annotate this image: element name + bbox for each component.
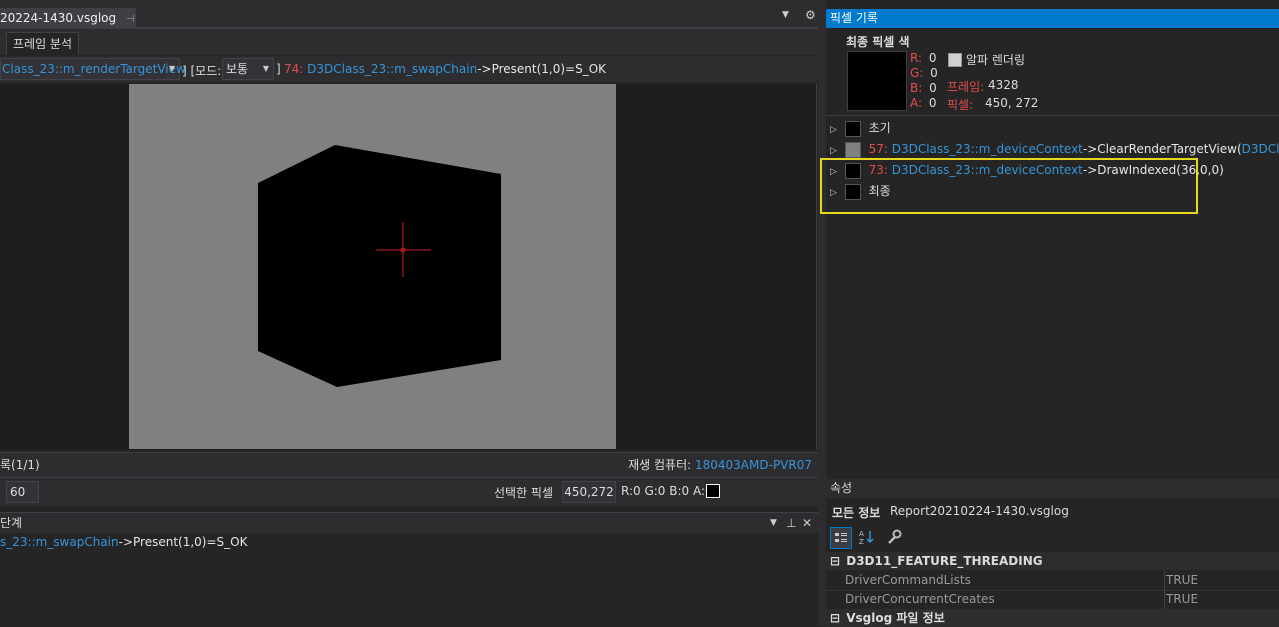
alpha-rendering-checkbox[interactable]: [948, 53, 962, 67]
selected-pixel-field[interactable]: 450,272: [562, 481, 616, 503]
playback-machine: 재생 컴퓨터: 180403AMD-PVR07: [628, 453, 812, 477]
pixel-history-header: 픽셀 기록: [826, 9, 1279, 28]
mode-combo-value: 보통: [226, 62, 249, 76]
alphabetical-sort-icon[interactable]: AZ: [856, 527, 876, 547]
playback-machine-link[interactable]: 180403AMD-PVR07: [695, 458, 812, 472]
highlight-box: [820, 158, 1198, 214]
alpha-rendering-label: 알파 렌더링: [966, 53, 1026, 67]
chevron-down-icon: ▼: [168, 64, 175, 73]
list-item[interactable]: s_23::m_swapChain->Present(1,0)=S_OK: [0, 533, 818, 549]
property-name: DriverConcurrentCreates: [845, 592, 995, 606]
gear-icon[interactable]: ⚙: [805, 8, 816, 22]
frame-value: 4328: [988, 78, 1019, 92]
event-list-count: 록(1/1): [0, 458, 40, 472]
final-color-label: 최종 픽셀 색: [846, 35, 910, 49]
frame-number-field[interactable]: 60: [6, 481, 39, 503]
splitter[interactable]: [818, 0, 826, 626]
event-call: ->Present(1,0)=S_OK: [477, 62, 607, 76]
b-label: B:: [910, 81, 923, 95]
history-row-number: 57:: [868, 142, 888, 156]
dropdown-arrow-icon[interactable]: ▼: [770, 513, 777, 533]
section-title: D3D11_FEATURE_THREADING: [846, 554, 1043, 568]
row-color-swatch: [844, 141, 861, 158]
render-target-combo-value: Class_23::m_renderTargetView: [2, 62, 186, 76]
cube-render: [258, 145, 501, 387]
render-target-image[interactable]: [129, 84, 616, 449]
frame-label: 프레임:: [947, 80, 985, 94]
property-name: DriverCommandLists: [845, 573, 971, 587]
call-object-link[interactable]: s_23::m_swapChain: [0, 535, 119, 549]
history-row-call: ->ClearRenderTargetView(: [1082, 142, 1242, 156]
r-label: R:: [910, 51, 923, 65]
pixel-history-divider: [826, 115, 1279, 116]
properties-toolbar: AZ: [830, 527, 904, 549]
pixel-label: 픽셀:: [947, 98, 974, 112]
r-value: 0: [928, 51, 937, 65]
svg-text:A: A: [859, 530, 864, 538]
expand-arrow-icon[interactable]: ▷: [830, 125, 837, 135]
row-color-swatch: [844, 120, 861, 137]
pin-icon[interactable]: ⊥: [786, 513, 796, 533]
subtab-row: [0, 29, 818, 55]
selected-pixel-label: 선택한 픽셀: [494, 486, 554, 500]
call-text: ->Present(1,0)=S_OK: [118, 535, 248, 549]
call-stack-list: s_23::m_swapChain->Present(1,0)=S_OK: [0, 533, 818, 626]
property-value: TRUE: [1166, 573, 1199, 587]
section-vsglog-file-info[interactable]: ⊟ Vsglog 파일 정보: [826, 609, 1279, 627]
render-target-toolbar: Class_23::m_renderTargetView ▼ ] [모드: 보통…: [0, 56, 818, 82]
selected-pixel-rgba: R:0 G:0 B:0 A:0: [621, 484, 713, 498]
close-icon[interactable]: ✕: [802, 513, 812, 533]
history-row-label: 초기: [868, 121, 891, 135]
g-value: 0: [930, 66, 938, 80]
a-label: A:: [910, 96, 923, 110]
property-column-divider[interactable]: [1164, 571, 1165, 609]
tab-frame-analysis[interactable]: 프레임 분석: [6, 32, 80, 55]
pin-icon[interactable]: ⊣: [126, 14, 135, 25]
bottom-panel-title: 단계: [0, 516, 23, 530]
collapse-icon[interactable]: ⊟: [826, 611, 840, 625]
a-value: 0: [928, 96, 937, 110]
render-target-combo[interactable]: Class_23::m_renderTargetView ▼: [0, 58, 186, 80]
history-row-initial[interactable]: ▷ 초기: [830, 119, 1270, 139]
all-info-value: Report20210224-1430.vsglog: [890, 504, 1069, 518]
playback-machine-label: 재생 컴퓨터:: [628, 458, 692, 472]
event-number: 74:: [284, 62, 304, 76]
history-row-object-link[interactable]: D3DClass_23::m_deviceContext: [892, 142, 1083, 156]
section-feature-threading[interactable]: ⊟ D3D11_FEATURE_THREADING: [826, 552, 1279, 570]
dropdown-arrow-icon[interactable]: ▼: [782, 10, 789, 20]
document-tab[interactable]: 20224-1430.vsglog ⊣ ✕: [0, 8, 136, 47]
categorized-icon[interactable]: [830, 527, 852, 549]
bottom-panel-header: 단계 ▼ ⊥ ✕: [0, 512, 818, 533]
chevron-down-icon: ▼: [262, 64, 269, 73]
selected-pixel-swatch: [706, 484, 720, 498]
pixel-history-title: 픽셀 기록: [830, 11, 878, 25]
property-row[interactable]: DriverConcurrentCreates TRUE: [826, 590, 1279, 610]
mode-bracket: ]: [276, 62, 281, 76]
properties-header: 속성: [826, 479, 1279, 498]
collapse-icon[interactable]: ⊟: [826, 554, 840, 568]
pixel-value: 450, 272: [985, 96, 1039, 110]
property-value: TRUE: [1166, 592, 1199, 606]
cube-shape: [258, 145, 501, 387]
expand-arrow-icon[interactable]: ▷: [830, 146, 837, 156]
current-event[interactable]: 74: D3DClass_23::m_swapChain->Present(1,…: [284, 62, 606, 76]
history-row-arg-link[interactable]: D3DClass_23::m: [1242, 142, 1279, 156]
properties-title: 속성: [830, 481, 853, 495]
mode-label: ] [모드:: [182, 64, 222, 78]
section-title: Vsglog 파일 정보: [846, 611, 945, 625]
g-label: G:: [910, 66, 924, 80]
history-row-clear[interactable]: ▷ 57: D3DClass_23::m_deviceContext->Clea…: [830, 140, 1279, 160]
event-list-status: 록(1/1) 재생 컴퓨터: 180403AMD-PVR07: [0, 452, 818, 477]
property-row[interactable]: DriverCommandLists TRUE: [826, 571, 1279, 591]
event-object-link[interactable]: D3DClass_23::m_swapChain: [307, 62, 477, 76]
document-tab-title: 20224-1430.vsglog: [0, 11, 117, 25]
wrench-icon[interactable]: [884, 527, 904, 547]
b-value: 0: [929, 81, 937, 95]
rgba-values: R: 0 G: 0 B: 0 A: 0: [910, 51, 938, 111]
final-color-swatch: [847, 51, 907, 111]
mode-combo[interactable]: 보통 ▼: [222, 58, 274, 80]
svg-text:Z: Z: [859, 538, 864, 546]
all-info-label: 모든 정보: [832, 506, 881, 520]
